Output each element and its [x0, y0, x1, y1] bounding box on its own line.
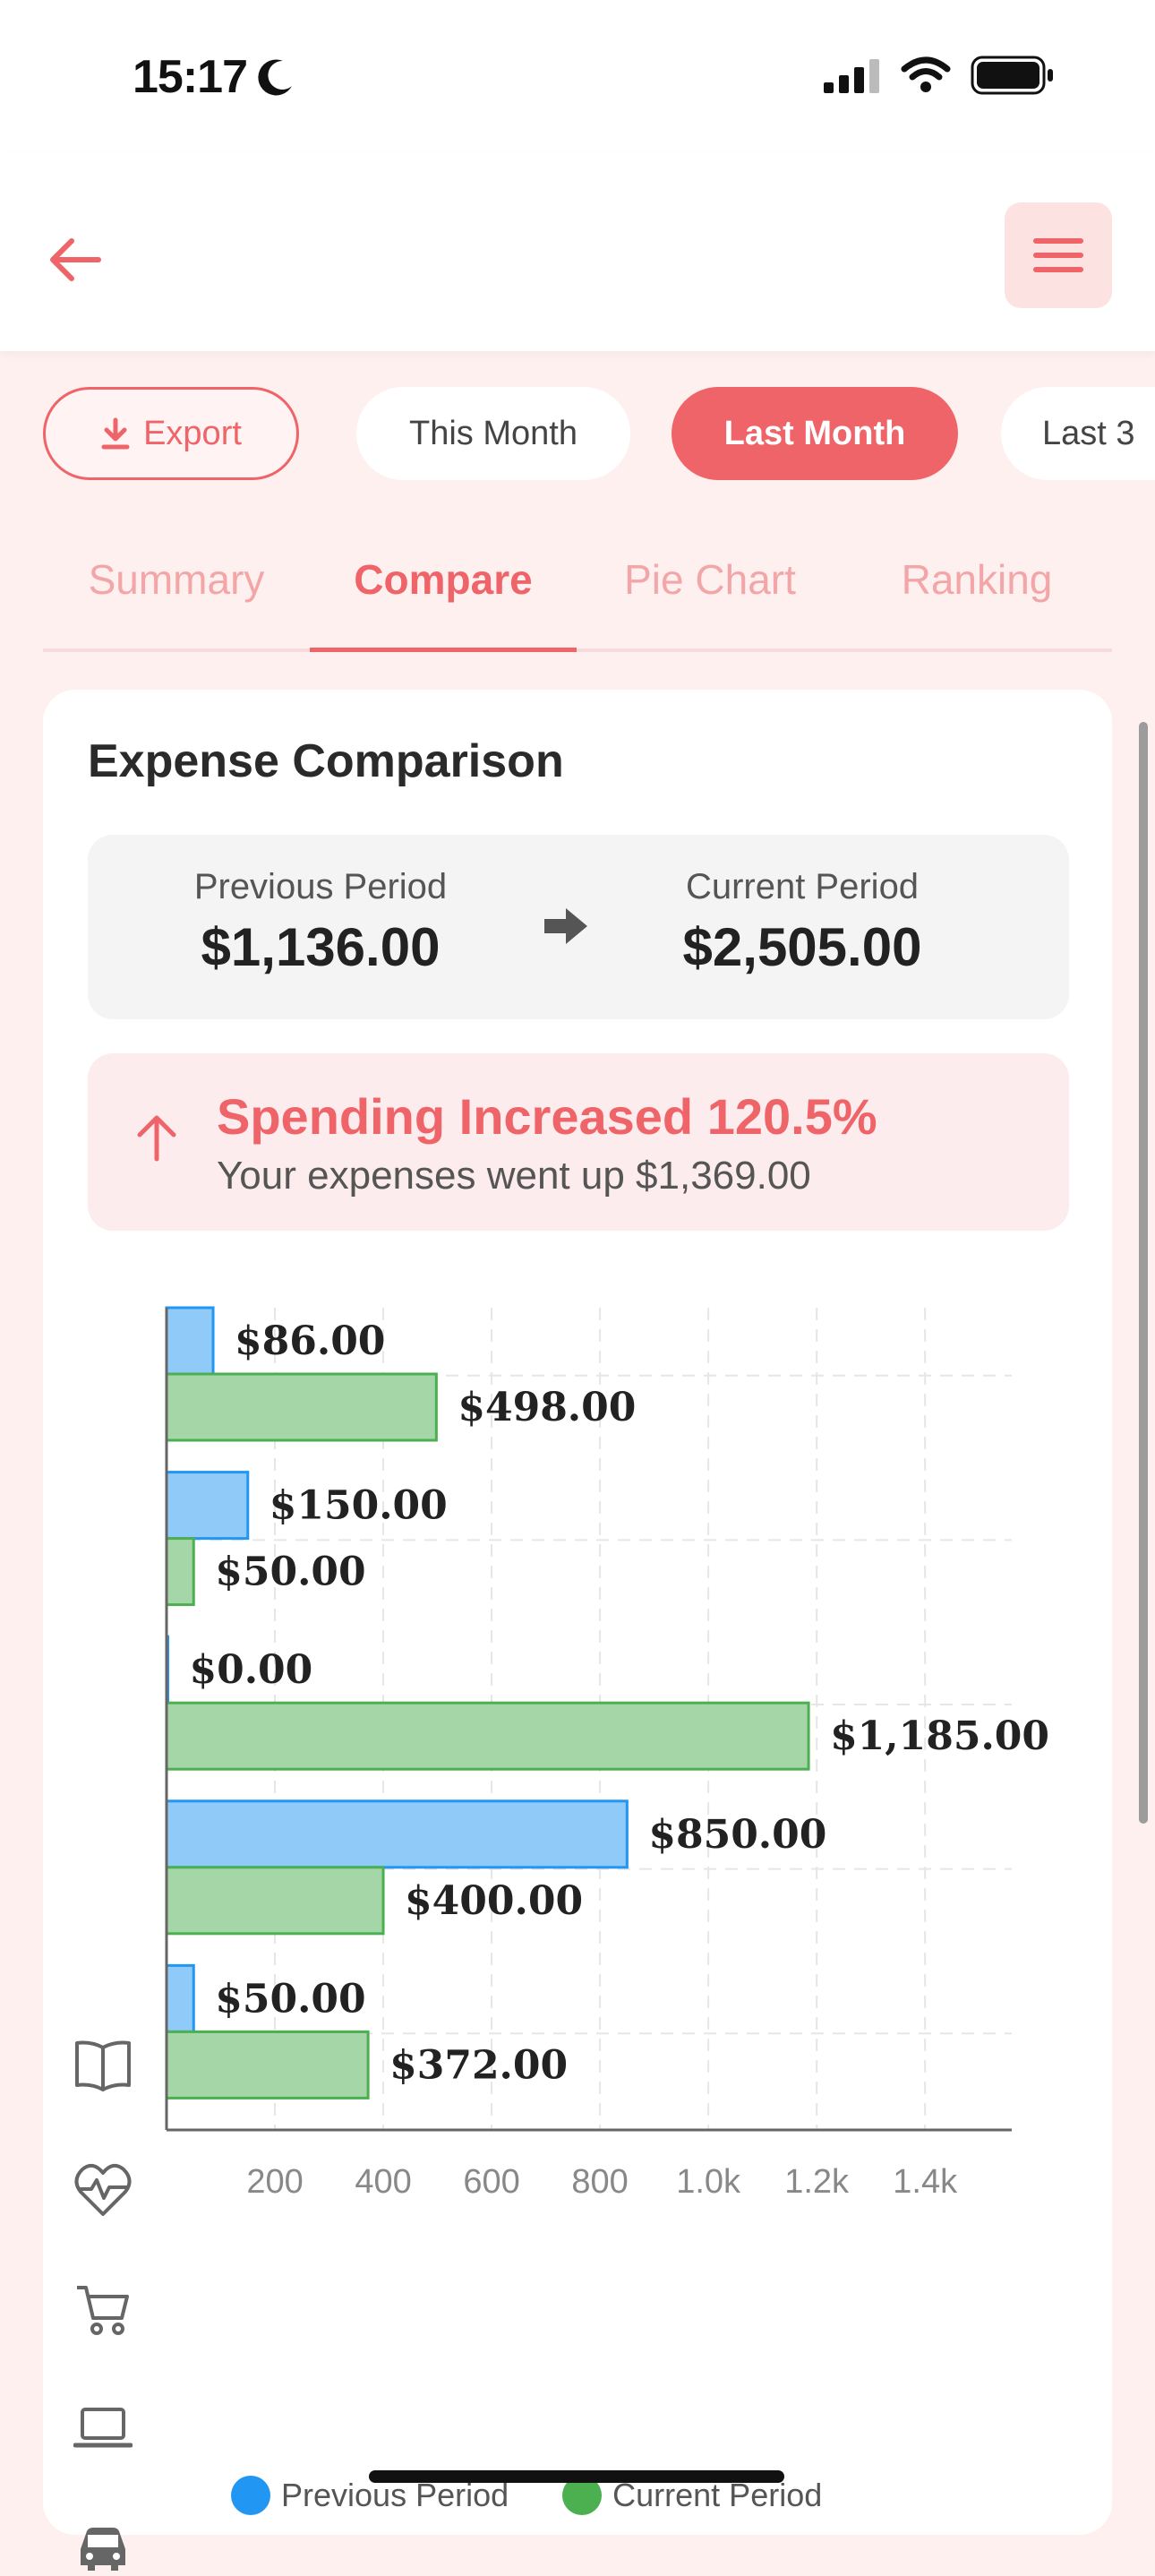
bar-value-label: $50.00: [215, 1550, 365, 1595]
tab-bar: Summary Compare Pie Chart Ranking: [43, 537, 1112, 652]
x-tick-label: 800: [571, 2163, 628, 2201]
x-tick-label: 400: [355, 2163, 411, 2201]
wifi-icon: [901, 56, 951, 92]
bar-value-label: $400.00: [405, 1878, 583, 1924]
moon-icon: [258, 59, 292, 96]
comparison-card: Expense Comparison Previous Period $1,13…: [43, 690, 1112, 2571]
bar-value-label: $850.00: [648, 1812, 826, 1858]
card-title: Expense Comparison: [88, 735, 564, 787]
bar-current: [165, 1372, 438, 1442]
download-icon: [101, 417, 130, 450]
bar-chart: $86.00 $498.00 $150.00 $50.00 $0.00 $1,185.00…: [165, 1306, 1049, 2201]
bar-value-label: $372.00: [389, 2042, 568, 2088]
previous-period-label: Previous Period: [193, 867, 448, 906]
bar-previous: [165, 1471, 250, 1541]
chip-last-3[interactable]: Last 3: [1001, 387, 1155, 480]
bar-current: [165, 1701, 810, 1771]
spending-alert: Spending Increased 120.5% Your expenses …: [88, 1053, 1069, 1231]
current-period: Current Period $2,505.00: [614, 867, 990, 978]
chip-last-month[interactable]: Last Month: [672, 387, 958, 480]
current-period-label: Current Period: [685, 867, 920, 906]
x-tick-label: 600: [463, 2163, 519, 2201]
scrollbar[interactable]: [1139, 722, 1148, 1824]
bar-previous: [165, 1799, 629, 1869]
x-tick-label: 1.0k: [676, 2163, 741, 2201]
battery-icon: [971, 56, 1053, 95]
bar-value-label: $50.00: [215, 1976, 365, 2022]
cart-icon: [77, 2286, 129, 2335]
x-tick-label: 1.4k: [893, 2163, 958, 2201]
alert-title: Spending Increased 120.5%: [217, 1088, 877, 1145]
health-icon: [74, 2163, 132, 2216]
bar-value-label: $1,185.00: [830, 1713, 1049, 1759]
tab-summary[interactable]: Summary: [43, 555, 310, 604]
comparison-chart: $86.00 $498.00 $150.00 $50.00 $0.00 $1,185.00…: [43, 1263, 1112, 2571]
laptop-icon: [73, 2408, 133, 2448]
car-icon: [81, 2528, 125, 2571]
tab-active-indicator: [310, 648, 577, 652]
tab-compare[interactable]: Compare: [310, 555, 577, 604]
alert-subtitle: Your expenses went up $1,369.00: [217, 1154, 811, 1198]
x-tick-label: 1.2k: [784, 2163, 850, 2201]
previous-period-value: $1,136.00: [201, 917, 441, 977]
bar-value-label: $0.00: [190, 1647, 313, 1693]
bar-value-label: $86.00: [235, 1318, 385, 1364]
home-indicator[interactable]: [369, 2470, 784, 2483]
export-label: Export: [143, 414, 242, 452]
chip-this-month[interactable]: This Month: [356, 387, 630, 480]
arrow-up-icon: [137, 1115, 176, 1162]
status-time: 15:17: [133, 51, 248, 103]
back-button[interactable]: [39, 224, 111, 296]
signal-icon: [824, 59, 879, 93]
period-filter-bar: Export This Month Last Month Last 3: [43, 387, 1155, 484]
bar-previous: [165, 1306, 215, 1376]
arrow-left-icon: [50, 238, 101, 281]
app-bar: [0, 152, 1155, 351]
current-period-value: $2,505.00: [682, 917, 922, 977]
legend-dot-previous: [231, 2476, 270, 2515]
previous-period: Previous Period $1,136.00: [133, 867, 509, 978]
tab-ranking[interactable]: Ranking: [843, 555, 1110, 604]
bar-value-label: $150.00: [270, 1483, 448, 1529]
export-button[interactable]: Export: [43, 387, 299, 480]
status-bar: 15:17: [0, 0, 1155, 152]
x-tick-label: 200: [246, 2163, 303, 2201]
bar-value-label: $498.00: [458, 1385, 636, 1430]
book-icon: [75, 2040, 131, 2091]
arrow-right-icon: [544, 908, 587, 944]
tab-pie-chart[interactable]: Pie Chart: [577, 555, 843, 604]
bar-current: [165, 2030, 370, 2099]
hamburger-icon: [1033, 238, 1083, 272]
bar-previous: [165, 1963, 195, 2033]
bar-current: [165, 1866, 385, 1936]
menu-button[interactable]: [1005, 202, 1112, 308]
period-summary: Previous Period $1,136.00 Current Period…: [88, 835, 1069, 1019]
bar-current: [165, 1537, 195, 1607]
